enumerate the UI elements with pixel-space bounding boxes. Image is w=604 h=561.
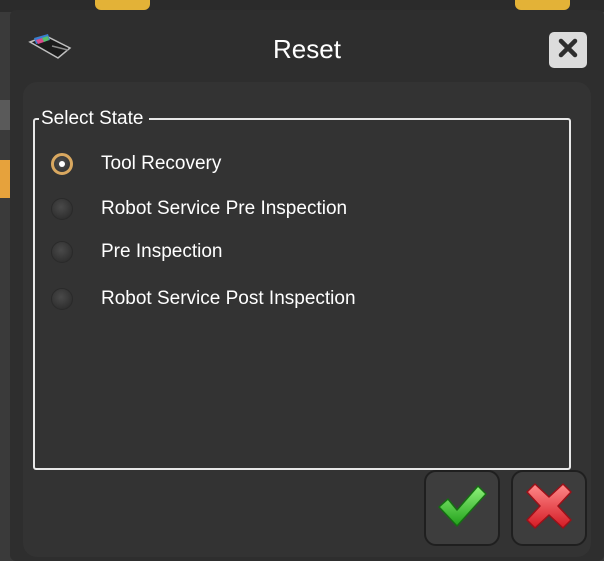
screen: Reset Select State Tool Recovery Robot S…: [0, 0, 604, 561]
select-state-legend: Select State: [39, 108, 150, 130]
radio-selected-icon[interactable]: [51, 153, 73, 175]
dialog-content: Select State Tool Recovery Robot Service…: [23, 82, 591, 557]
cancel-button[interactable]: [511, 470, 587, 546]
radio-option-pre-inspection[interactable]: Pre Inspection: [51, 235, 551, 269]
radio-unselected-icon[interactable]: [51, 241, 73, 263]
radio-option-robot-service-post-inspection[interactable]: Robot Service Post Inspection: [51, 282, 551, 316]
radio-label: Tool Recovery: [101, 153, 222, 174]
red-x-icon: [525, 482, 573, 535]
radio-option-tool-recovery[interactable]: Tool Recovery: [51, 147, 551, 181]
close-button[interactable]: [549, 32, 587, 68]
confirm-button[interactable]: [424, 470, 500, 546]
background-tile: [515, 0, 570, 10]
radio-unselected-icon[interactable]: [51, 198, 73, 220]
green-checkmark-icon: [436, 483, 488, 534]
dialog-title: Reset: [273, 34, 341, 64]
radio-unselected-icon[interactable]: [51, 288, 73, 310]
background-tile: [95, 0, 150, 10]
close-x-icon: [557, 37, 579, 64]
radio-label: Robot Service Pre Inspection: [101, 198, 348, 219]
radio-option-robot-service-pre-inspection[interactable]: Robot Service Pre Inspection: [51, 192, 551, 226]
radio-label: Pre Inspection: [101, 241, 223, 262]
radio-label: Robot Service Post Inspection: [101, 288, 356, 309]
select-state-group: Select State Tool Recovery Robot Service…: [33, 108, 571, 470]
dialog-titlebar: Reset: [10, 10, 604, 82]
reset-dialog: Reset Select State Tool Recovery Robot S…: [10, 10, 604, 561]
